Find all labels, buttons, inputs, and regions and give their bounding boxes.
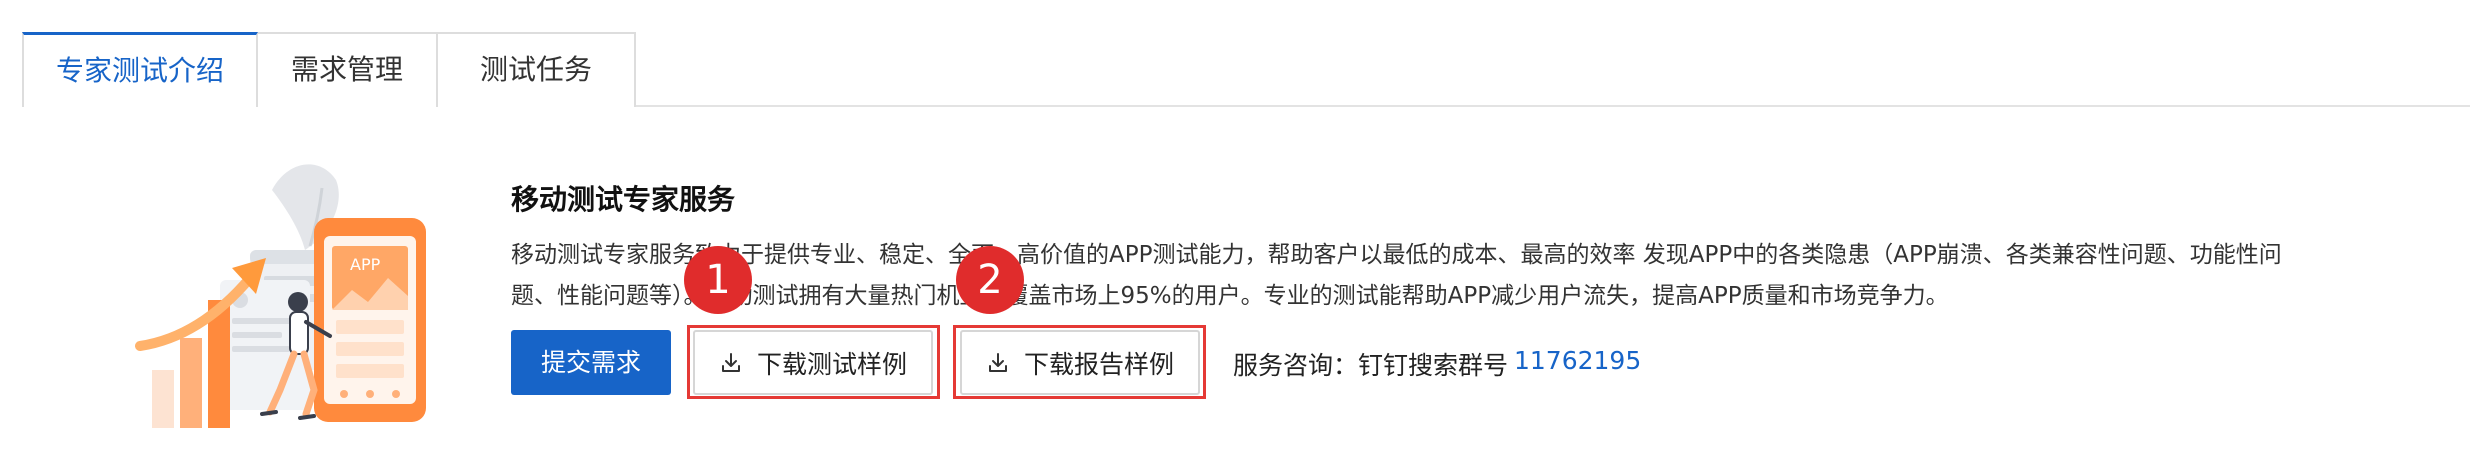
section-title: 移动测试专家服务	[511, 183, 736, 216]
description-line: 题、性能问题等）。移动测试拥有大量热门机型，覆盖市场上95%的用户。专业的测试能…	[511, 283, 1949, 309]
submit-requirement-button[interactable]: 提交需求	[511, 330, 671, 395]
download-test-sample-button[interactable]: 下载测试样例	[693, 330, 933, 395]
download-test-sample-label: 下载测试样例	[756, 349, 907, 379]
download-icon	[721, 352, 740, 372]
tab-bar: 专家测试介绍 需求管理 测试任务	[22, 32, 2470, 107]
tab-requirement-management[interactable]: 需求管理	[256, 32, 438, 107]
step-marker-2: 2	[956, 246, 1024, 314]
tab-test-tasks[interactable]: 测试任务	[436, 32, 636, 107]
consult-group-number[interactable]: 11762195	[1514, 346, 1641, 375]
section-description: 移动测试专家服务致力于提供专业、稳定、全面、高价值的APP测试能力，帮助客户以最…	[511, 235, 2391, 317]
download-icon	[988, 352, 1007, 372]
download-report-sample-label: 下载报告样例	[1023, 349, 1174, 379]
download-report-sample-button[interactable]: 下载报告样例	[960, 330, 1200, 395]
phone-app-label: APP	[350, 255, 381, 274]
description-line: 移动测试专家服务致力于提供专业、稳定、全面、高价值的APP测试能力，帮助客户以最…	[511, 242, 2282, 268]
step-marker-1: 1	[684, 246, 752, 314]
consult-label: 服务咨询：钉钉搜索群号	[1233, 351, 1509, 380]
tab-expert-test-intro[interactable]: 专家测试介绍	[22, 32, 258, 107]
mobile-testing-illustration: APP	[135, 164, 426, 428]
